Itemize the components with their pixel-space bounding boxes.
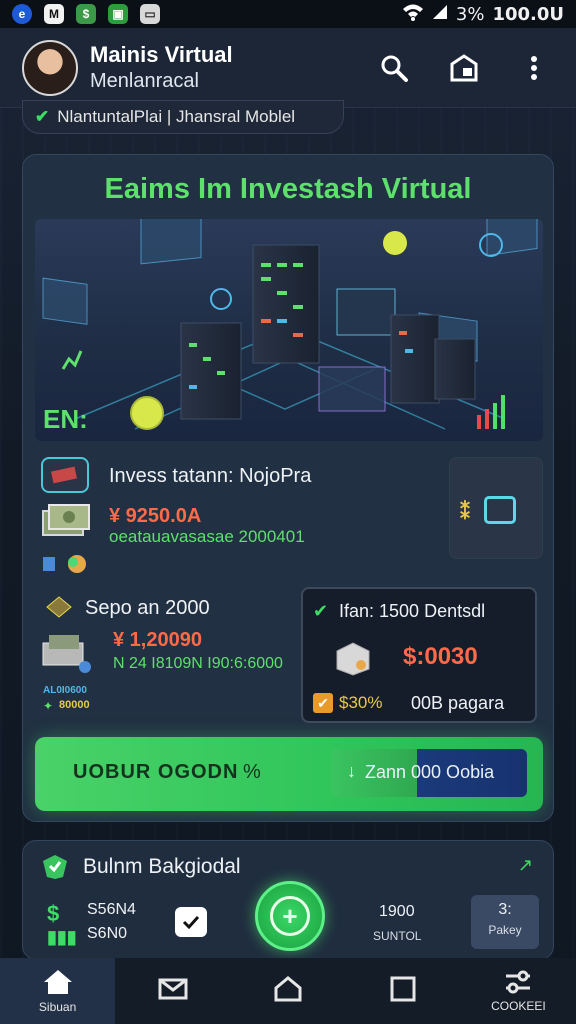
square-icon <box>390 976 416 1002</box>
settings-icon <box>506 970 531 994</box>
more-menu-icon[interactable] <box>514 48 554 88</box>
invest-title: Invess tatann: NojoPra <box>109 465 312 487</box>
card-icon <box>41 457 89 493</box>
battery-text: 3% <box>455 3 485 25</box>
invest-value: ¥ 9250.0A <box>109 505 202 527</box>
invest-detail: oeatauavasasae 2000401 <box>109 527 305 546</box>
card-title: Eaims Im Investash Virtual <box>104 173 472 205</box>
shield-icon <box>41 853 69 886</box>
info-pill[interactable]: ✔ NlantuntalPlai | Jhansral Moblel <box>22 100 344 134</box>
left-panel-value: ¥ 1,20090 <box>113 629 202 651</box>
money-notification-icon: $ <box>76 4 96 24</box>
balance-card: Bulnm Bakgiodal ↗ $ ▮▮▮ S56N4 S6N0 + 190… <box>22 840 554 960</box>
en-label: EN: <box>43 404 88 434</box>
check-icon: ✔ <box>35 107 50 126</box>
left-panel-small1: AL0I0600 <box>43 685 87 696</box>
money-icon: $ <box>47 901 60 926</box>
plan-note: 00B pagara <box>411 693 505 713</box>
signal-icon <box>432 4 448 25</box>
left-panel-small2: 80000 <box>59 699 90 711</box>
trend-icon: ↗ <box>517 855 533 875</box>
scan-panel[interactable]: ⁑ <box>449 457 543 559</box>
pakey-button[interactable]: 3: Pakey <box>471 895 539 949</box>
nav-item-mail[interactable] <box>115 958 230 1024</box>
nav-item-home[interactable]: Sibuan <box>0 958 116 1024</box>
left-panel-detail: N 24 I8109N I90:6:6000 <box>113 655 283 672</box>
mail-icon <box>158 978 188 1000</box>
header-title: Mainis Virtual <box>90 42 233 67</box>
primary-action-button[interactable]: UOBUR OGODN % ↓ Zann 000 Oobia <box>35 737 543 811</box>
header-subtitle: Menlanracal <box>90 70 199 92</box>
hero-illustration <box>35 219 543 441</box>
app-notification-icon: e <box>12 4 32 24</box>
nav-label-settings: COOKEEI <box>491 999 546 1013</box>
plan-check-icon: ✔ <box>313 601 329 621</box>
brand-notification-icon: M <box>44 4 64 24</box>
stat2-value: S6N0 <box>87 925 128 942</box>
scan-icon <box>484 496 516 524</box>
clock-text: 100.0U <box>492 3 564 25</box>
plan-title: Ifan: 1500 Dentsdl <box>339 601 486 621</box>
wallet-icon[interactable] <box>444 48 484 88</box>
mid-value: 1900 <box>379 903 415 920</box>
pakey-value: 3: <box>498 901 512 918</box>
percent-icon: ✔ <box>313 693 333 713</box>
primary-action-label: UOBUR OGODN <box>73 761 239 783</box>
plan-percent: $30% <box>339 693 383 712</box>
coin-dot-icon: ⁑ <box>460 502 470 524</box>
avatar[interactable] <box>22 39 78 96</box>
chart-notification-icon: ▣ <box>108 4 128 24</box>
secondary-action-label: Zann 000 Oobia <box>365 762 495 782</box>
balance-title: Bulnm Bakgiodal <box>83 855 241 878</box>
nav-item-settings[interactable]: COOKEEI <box>461 958 576 1024</box>
nav-item-square[interactable] <box>346 958 461 1024</box>
add-button[interactable]: + <box>255 881 325 951</box>
bars-icon: ▮▮▮ <box>47 927 77 947</box>
home-icon <box>43 970 72 994</box>
left-panel-title: Sepo an 2000 <box>85 597 210 619</box>
award-icon <box>45 595 73 624</box>
mid-label: SUNTOL <box>373 929 422 943</box>
pill-label: NlantuntalPlai | Jhansral Moblel <box>57 107 296 126</box>
cash-register-icon <box>39 629 93 680</box>
pakey-label: Pakey <box>488 923 522 937</box>
search-icon[interactable] <box>374 48 414 88</box>
file-notification-icon: ▭ <box>140 4 160 24</box>
nav-label-home: Sibuan <box>38 1000 77 1014</box>
small-green-icon: ✦ <box>43 699 54 713</box>
plan-panel[interactable]: ✔ Ifan: 1500 Dentsdl $:0030 ✔ $30% 00B p… <box>301 587 537 723</box>
plan-price: $:0030 <box>403 643 478 670</box>
wallet-card-icon[interactable] <box>175 907 207 937</box>
bottom-nav: Sibuan COOKEEI <box>0 958 576 1024</box>
plus-icon: + <box>270 896 310 936</box>
secondary-action-button[interactable]: ↓ Zann 000 Oobia <box>331 749 527 797</box>
safe-icon <box>333 641 373 682</box>
arrow-down-icon: ↓ <box>347 761 356 781</box>
cash-stack-icon <box>39 501 93 546</box>
investment-card: Eaims Im Investash Virtual EN: Invess ta… <box>22 154 554 822</box>
cubes-icon <box>41 553 91 580</box>
nav-item-house[interactable] <box>230 958 345 1024</box>
stat1-value: S56N4 <box>87 901 136 918</box>
status-bar: e M $ ▣ ▭ 3% 100.0U <box>0 0 576 28</box>
house-outline-icon <box>274 976 302 1002</box>
wifi-icon <box>402 3 424 26</box>
app-header: Mainis Virtual Menlanracal <box>0 28 576 108</box>
percent-sign-icon: % <box>243 761 261 783</box>
